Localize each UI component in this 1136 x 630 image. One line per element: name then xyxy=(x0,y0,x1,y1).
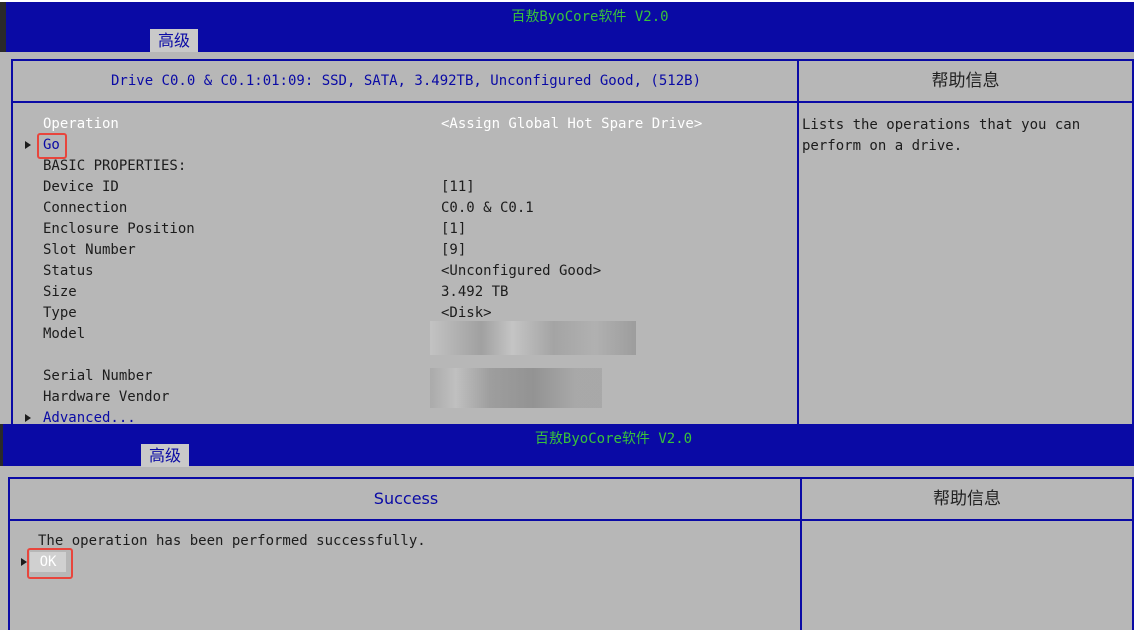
dialog-panel: Success xyxy=(8,477,804,630)
help-panel: 帮助信息 Lists the operations that you can p… xyxy=(799,59,1134,424)
ok-highlight xyxy=(27,548,73,579)
advanced-link[interactable]: Advanced... xyxy=(43,408,136,424)
property-label: Connection xyxy=(43,200,128,216)
property-label: Size xyxy=(43,284,77,300)
help-title: 帮助信息 xyxy=(799,61,1132,103)
property-label: Serial Number xyxy=(43,368,153,384)
help-title: 帮助信息 xyxy=(802,479,1132,521)
pointer-icon xyxy=(25,141,31,149)
pointer-icon xyxy=(25,414,31,422)
operation-label: Operation xyxy=(43,116,119,132)
success-screen: 百敖ByoCore软件 V2.0 高级 Success 帮助信息 The ope… xyxy=(0,424,1134,630)
help-text: Lists the operations that you can perfor… xyxy=(802,117,1081,154)
property-value: [11] xyxy=(441,179,475,195)
success-message: The operation has been performed success… xyxy=(38,533,426,549)
property-label: Enclosure Position xyxy=(43,221,195,237)
property-value: [9] xyxy=(441,242,467,258)
basic-properties-label: BASIC PROPERTIES: xyxy=(43,158,187,174)
operation-value[interactable]: <Assign Global Hot Spare Drive> xyxy=(441,114,702,135)
drive-properties-screen: 百敖ByoCore软件 V2.0 高级 Drive C0.0 & C0.1:01… xyxy=(0,2,1134,424)
property-label: Slot Number xyxy=(43,242,136,258)
app-title: 百敖ByoCore软件 V2.0 xyxy=(511,9,669,25)
tab-advanced[interactable]: 高级 xyxy=(141,444,190,467)
title-bar: 百敖ByoCore软件 V2.0 高级 xyxy=(0,424,1134,467)
property-label: Hardware Vendor xyxy=(43,389,170,405)
drive-header: Drive C0.0 & C0.1:01:09: SSD, SATA, 3.49… xyxy=(13,61,799,103)
property-value: <Unconfigured Good> xyxy=(441,263,602,279)
property-label: Model xyxy=(43,326,86,342)
dialog-title: Success xyxy=(10,479,802,521)
property-label: Status xyxy=(43,263,94,279)
property-value: C0.0 & C0.1 xyxy=(441,200,534,216)
tab-advanced[interactable]: 高级 xyxy=(150,29,199,52)
help-panel: 帮助信息 xyxy=(802,477,1134,630)
property-label: Device ID xyxy=(43,179,119,195)
property-value: 3.492 TB xyxy=(441,284,509,300)
redacted-serial-vendor xyxy=(430,368,602,408)
property-label: Type xyxy=(43,305,77,321)
property-value: [1] xyxy=(441,221,467,237)
title-bar: 百敖ByoCore软件 V2.0 高级 xyxy=(0,2,1134,52)
redacted-model xyxy=(430,321,636,355)
